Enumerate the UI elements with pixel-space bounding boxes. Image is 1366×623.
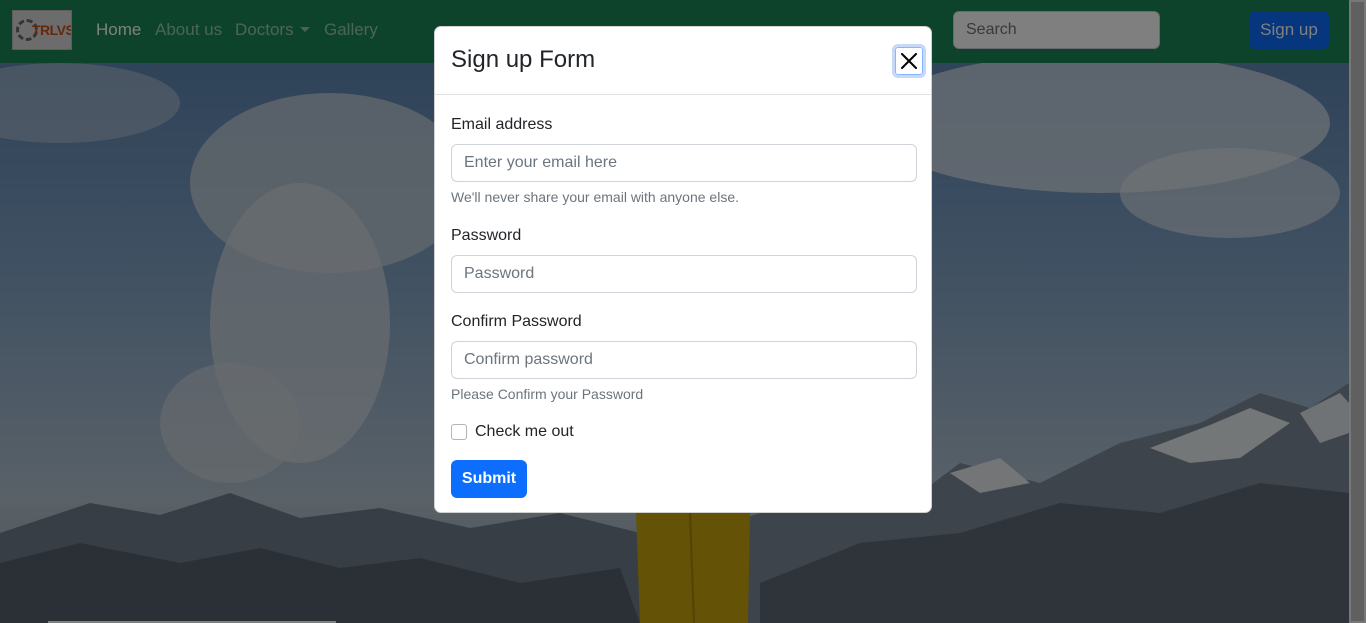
check-me-out-checkbox[interactable] xyxy=(451,424,467,440)
password-field[interactable] xyxy=(451,255,917,293)
password-label: Password xyxy=(451,227,522,244)
modal-title: Sign up Form xyxy=(451,46,596,73)
email-label: Email address xyxy=(451,116,553,133)
confirm-password-field[interactable] xyxy=(451,341,917,379)
close-button[interactable] xyxy=(892,44,926,78)
confirm-password-label: Confirm Password xyxy=(451,313,582,330)
check-me-out-label[interactable]: Check me out xyxy=(475,423,574,441)
confirm-password-help-text: Please Confirm your Password xyxy=(451,386,644,402)
signup-modal: Sign up Form Email address We'll never s… xyxy=(434,26,932,513)
modal-header: Sign up Form xyxy=(435,27,931,95)
close-icon xyxy=(901,53,917,69)
email-help-text: We'll never share your email with anyone… xyxy=(451,189,739,205)
submit-button[interactable]: Submit xyxy=(451,460,527,498)
email-field[interactable] xyxy=(451,144,917,182)
